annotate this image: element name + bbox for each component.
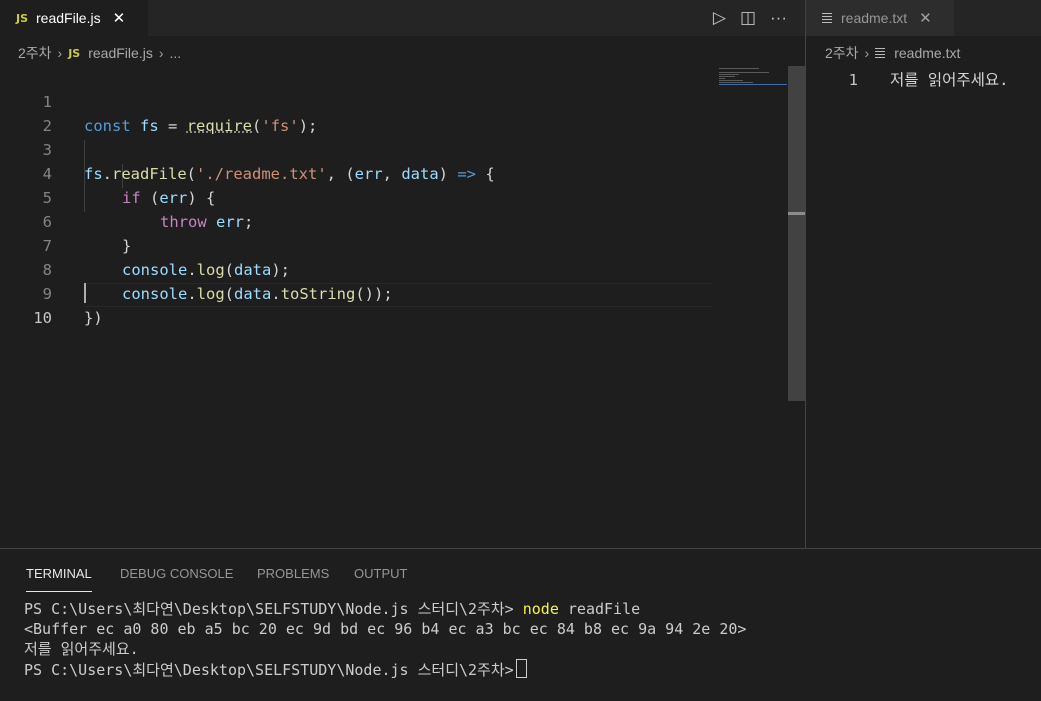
breadcrumb-right: 2주차 › readme.txt xyxy=(825,40,960,66)
tab-problems[interactable]: PROBLEMS xyxy=(257,565,329,591)
chevron-right-icon: › xyxy=(158,45,164,61)
breadcrumb-file[interactable]: readFile.js xyxy=(88,45,153,61)
code-line-3[interactable]: 3 fs.readFile('./readme.txt', (err, data… xyxy=(0,114,790,183)
readme-text[interactable]: 저를 읽어주세요. xyxy=(890,68,1008,92)
editor-split-divider[interactable] xyxy=(805,0,806,548)
js-file-icon: JS xyxy=(68,46,81,60)
breadcrumb-file[interactable]: readme.txt xyxy=(894,45,960,61)
code-text: }) xyxy=(84,309,103,327)
tab-label: readme.txt xyxy=(841,10,908,26)
terminal-command: node xyxy=(522,600,559,618)
editor-tab-bar: JS readFile.js ✕ ▷ ◫ ··· xyxy=(0,0,805,36)
terminal-args: readFile xyxy=(558,600,641,618)
terminal-line[interactable]: PS C:\Users\최다연\Desktop\SELFSTUDY\Node.j… xyxy=(24,659,527,680)
code-line-6[interactable]: 6 } xyxy=(0,186,790,255)
split-editor-icon[interactable]: ◫ xyxy=(740,8,756,28)
terminal-cursor xyxy=(515,659,527,678)
text-file-icon xyxy=(822,11,832,25)
tab-readme-txt[interactable]: readme.txt ✕ xyxy=(806,0,954,36)
breadcrumb-symbols[interactable]: ... xyxy=(170,45,182,61)
line-number: 10 xyxy=(33,309,52,327)
breadcrumb-folder[interactable]: 2주차 xyxy=(18,43,52,63)
js-file-icon: JS xyxy=(16,11,29,25)
editor-tab-bar-right: readme.txt ✕ xyxy=(806,0,1041,36)
run-icon[interactable]: ▷ xyxy=(713,8,726,28)
code-line-5[interactable]: 5 throw err; xyxy=(0,162,790,231)
close-icon[interactable]: ✕ xyxy=(113,9,126,27)
scrollbar-cursor-marker xyxy=(788,212,805,215)
text-file-icon xyxy=(875,46,886,60)
text-cursor xyxy=(84,283,86,303)
close-icon[interactable]: ✕ xyxy=(919,9,932,27)
code-line-9[interactable]: 9 }) xyxy=(0,258,790,327)
more-actions-icon[interactable]: ··· xyxy=(770,8,787,28)
editor-actions: ▷ ◫ ··· xyxy=(713,0,787,36)
breadcrumb: 2주차 › JS readFile.js › ... xyxy=(18,40,181,66)
minimap-current-line xyxy=(719,84,787,85)
code-line-10[interactable]: 10 xyxy=(0,282,790,327)
terminal-prompt: PS C:\Users\최다연\Desktop\SELFSTUDY\Node.j… xyxy=(24,661,514,679)
breadcrumb-folder[interactable]: 2주차 xyxy=(825,43,859,63)
minimap[interactable] xyxy=(719,68,787,88)
line-number: 1 xyxy=(848,71,858,89)
terminal-output-buffer: <Buffer ec a0 80 eb a5 bc 20 ec 9d bd ec… xyxy=(24,620,747,638)
tab-output[interactable]: OUTPUT xyxy=(354,565,407,591)
tab-debug-console[interactable]: DEBUG CONSOLE xyxy=(120,565,233,591)
chevron-right-icon: › xyxy=(57,45,63,61)
code-line-8[interactable]: 8 console.log(data.toString()); xyxy=(0,234,790,303)
bottom-panel: TERMINAL DEBUG CONSOLE PROBLEMS OUTPUT P… xyxy=(0,548,1041,701)
code-line-1[interactable]: 1 const fs = require('fs'); xyxy=(0,66,790,135)
editor-scrollbar[interactable] xyxy=(788,66,805,401)
terminal-line: PS C:\Users\최다연\Desktop\SELFSTUDY\Node.j… xyxy=(24,599,640,619)
tab-terminal[interactable]: TERMINAL xyxy=(26,565,92,592)
terminal-prompt: PS C:\Users\최다연\Desktop\SELFSTUDY\Node.j… xyxy=(24,600,523,618)
tab-readfile-js[interactable]: JS readFile.js ✕ xyxy=(0,0,148,36)
terminal-output-text: 저를 읽어주세요. xyxy=(24,640,139,658)
code-line-4[interactable]: 4 if (err) { xyxy=(0,138,790,207)
code-line-7[interactable]: 7 console.log(data); xyxy=(0,210,790,279)
code-line-2[interactable]: 2 xyxy=(0,90,790,135)
tab-label: readFile.js xyxy=(36,10,101,26)
chevron-right-icon: › xyxy=(864,45,870,61)
